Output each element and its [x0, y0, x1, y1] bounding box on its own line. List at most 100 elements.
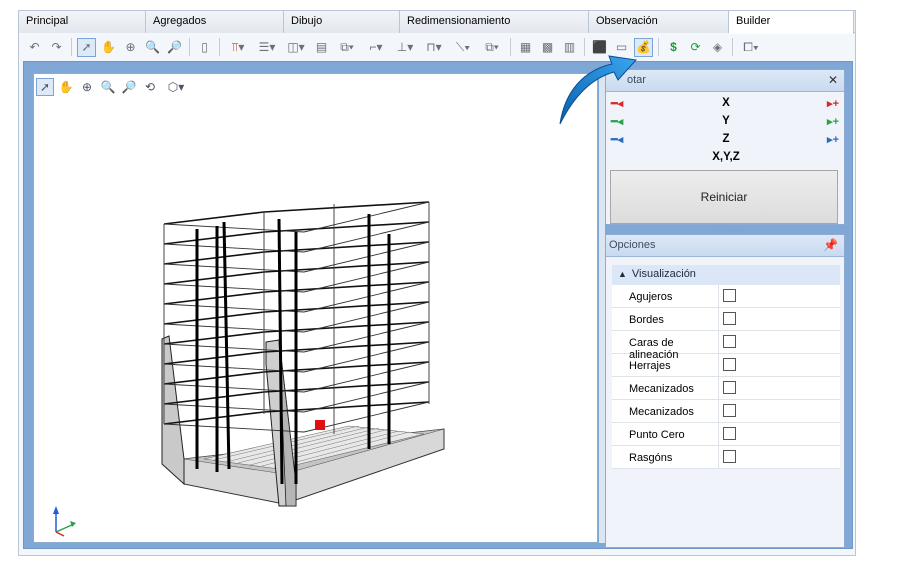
- property-checkbox[interactable]: [723, 289, 736, 302]
- module-icon[interactable]: ▦: [516, 38, 535, 57]
- property-checkbox[interactable]: [723, 358, 736, 371]
- property-value: [719, 308, 840, 330]
- rotate-axis-label[interactable]: Y: [609, 115, 843, 127]
- toolbar-separator: [584, 38, 585, 56]
- frame-dropdown[interactable]: ⊓▾: [421, 38, 447, 57]
- profile-dropdown[interactable]: ⌐▾: [363, 38, 389, 57]
- handle-dropdown[interactable]: ⊥▾: [392, 38, 418, 57]
- property-row: Mecanizados: [612, 400, 840, 423]
- close-icon[interactable]: ✕: [828, 73, 838, 87]
- property-row: Punto Cero: [612, 423, 840, 446]
- property-value: [719, 331, 840, 353]
- property-row: Mecanizados: [612, 377, 840, 400]
- select-pointer-icon[interactable]: ➚: [77, 37, 96, 57]
- property-checkbox[interactable]: [723, 450, 736, 463]
- category-visualizacion[interactable]: ▲ Visualización: [612, 265, 840, 285]
- property-row: Herrajes: [612, 354, 840, 377]
- divider-tool-dropdown[interactable]: ⫪ ▾: [225, 38, 251, 57]
- redo-icon[interactable]: ↷: [47, 38, 66, 57]
- window-layout-dropdown[interactable]: ⧠▾: [738, 38, 764, 57]
- property-name: Herrajes: [612, 354, 719, 376]
- toolbar-separator: [71, 38, 72, 56]
- rotate-panel: otar ✕ X ━◂ ▸+ Y ━◂ ▸+ Z ━◂ ▸+ X,Y,Z Reiniciar · …: [605, 69, 845, 234]
- options-panel: Opciones 📌 ▲ Visualización Agujeros Bordes…: [605, 234, 845, 548]
- builder-toolbar: ↶ ↷ ➚ ✋ ⊕ 🔍 🔎 ▯ ⫪ ▾ ☰▾ ◫▾ ▤ ⧉▾ ⌐▾ ⊥▾ ⊓▾ ⟍…: [19, 34, 855, 60]
- toolbar-separator: [219, 38, 220, 56]
- property-row: Caras de alineación: [612, 331, 840, 361]
- drawer-icon[interactable]: ▤: [312, 38, 331, 57]
- property-row: Agujeros: [612, 285, 840, 308]
- 3d-viewport[interactable]: ➚ ✋ ⊕ 🔍 🔎 ⟲ ⬡▾: [33, 73, 598, 543]
- pin-icon[interactable]: 📌: [823, 238, 838, 252]
- cube-3d-icon[interactable]: ⬛: [590, 38, 609, 57]
- rotate-positive-button[interactable]: ▸+: [827, 133, 839, 146]
- panel-icon[interactable]: ▯: [195, 38, 214, 57]
- zoom-in-icon[interactable]: 🔍: [143, 38, 162, 57]
- rotate-positive-button[interactable]: ▸+: [827, 115, 839, 128]
- undo-icon[interactable]: ↶: [25, 38, 44, 57]
- property-checkbox[interactable]: [723, 335, 736, 348]
- property-name: Agujeros: [612, 285, 719, 307]
- zoom-extend-icon[interactable]: ⊕: [121, 38, 140, 57]
- property-checkbox[interactable]: [723, 404, 736, 417]
- property-checkbox[interactable]: [723, 381, 736, 394]
- property-checkbox[interactable]: [723, 312, 736, 325]
- rotate-row: X,Y,Z: [609, 150, 843, 166]
- rotate-row: Y ━◂ ▸+: [609, 114, 843, 130]
- rotate-row: X ━◂ ▸+: [609, 96, 843, 112]
- tab-dibujo[interactable]: Dibujo: [284, 11, 400, 33]
- collapse-arrow-icon[interactable]: ▲: [618, 269, 627, 279]
- tab-agregados[interactable]: Agregados: [146, 11, 284, 33]
- rotate-positive-button[interactable]: ▸+: [827, 97, 839, 110]
- zoom-window-icon[interactable]: 🔎: [165, 38, 184, 57]
- reset-button[interactable]: Reiniciar: [610, 170, 838, 224]
- toolbar-separator: [732, 38, 733, 56]
- tab-principal[interactable]: Principal: [19, 11, 146, 33]
- tab-redimensionamiento[interactable]: Redimensionamiento: [400, 11, 589, 33]
- pan-hand-icon[interactable]: ✋: [99, 38, 118, 57]
- property-name: Punto Cero: [612, 423, 719, 445]
- label-icon[interactable]: ◈: [708, 38, 727, 57]
- toolbar-separator: [658, 38, 659, 56]
- money-bag-icon[interactable]: 💰: [634, 37, 653, 57]
- property-name: Mecanizados: [612, 400, 719, 422]
- property-row: Rasgóns: [612, 446, 840, 469]
- shelf-tool-dropdown[interactable]: ☰▾: [254, 38, 280, 57]
- property-name: Caras de alineación: [612, 331, 719, 361]
- property-name: Mecanizados: [612, 377, 719, 399]
- grid-module-icon[interactable]: ▩: [538, 38, 557, 57]
- dollar-icon[interactable]: $: [664, 38, 683, 57]
- door-tool-dropdown[interactable]: ◫▾: [283, 38, 309, 57]
- rotate-axis-label[interactable]: X: [609, 97, 843, 109]
- tab-builder[interactable]: Builder: [729, 11, 854, 34]
- property-value: [719, 377, 840, 399]
- axis-triad: [53, 506, 76, 537]
- toolbar-separator: [189, 38, 190, 56]
- property-value: [719, 285, 840, 307]
- rotate-negative-button[interactable]: ━◂: [611, 115, 623, 128]
- category-label: Visualización: [631, 268, 696, 280]
- resize-grip[interactable]: · · · · ·: [716, 227, 744, 234]
- property-checkbox[interactable]: [723, 427, 736, 440]
- property-row: Bordes: [612, 308, 840, 331]
- cabinet-icon[interactable]: ▭: [612, 38, 631, 57]
- copy-tool-dropdown[interactable]: ⧉▾: [479, 38, 505, 57]
- rotate-axis-label[interactable]: Z: [609, 133, 843, 145]
- columns-icon[interactable]: ▥: [560, 38, 579, 57]
- rotate-axis-label[interactable]: X,Y,Z: [609, 151, 843, 163]
- rotate-row: Z ━◂ ▸+: [609, 132, 843, 148]
- panel-title: Opciones: [609, 239, 656, 251]
- rotate-negative-button[interactable]: ━◂: [611, 97, 623, 110]
- rotate-negative-button[interactable]: ━◂: [611, 133, 623, 146]
- property-value: [719, 423, 840, 445]
- hardware-dropdown[interactable]: ⧉▾: [334, 38, 360, 57]
- application-window: Principal Agregados Dibujo Redimensionamien…: [18, 10, 856, 556]
- line-tool-dropdown[interactable]: ⟍▾: [450, 38, 476, 57]
- property-name: Bordes: [612, 308, 719, 330]
- tab-observación[interactable]: Observación: [589, 11, 729, 33]
- property-value: [719, 400, 840, 422]
- options-panel-header: Opciones 📌: [606, 235, 844, 257]
- ribbon-tabs: Principal Agregados Dibujo Redimensionamien…: [19, 11, 855, 34]
- rotate-panel-header: otar ✕: [606, 70, 844, 92]
- price-icon[interactable]: ⟳: [686, 38, 705, 57]
